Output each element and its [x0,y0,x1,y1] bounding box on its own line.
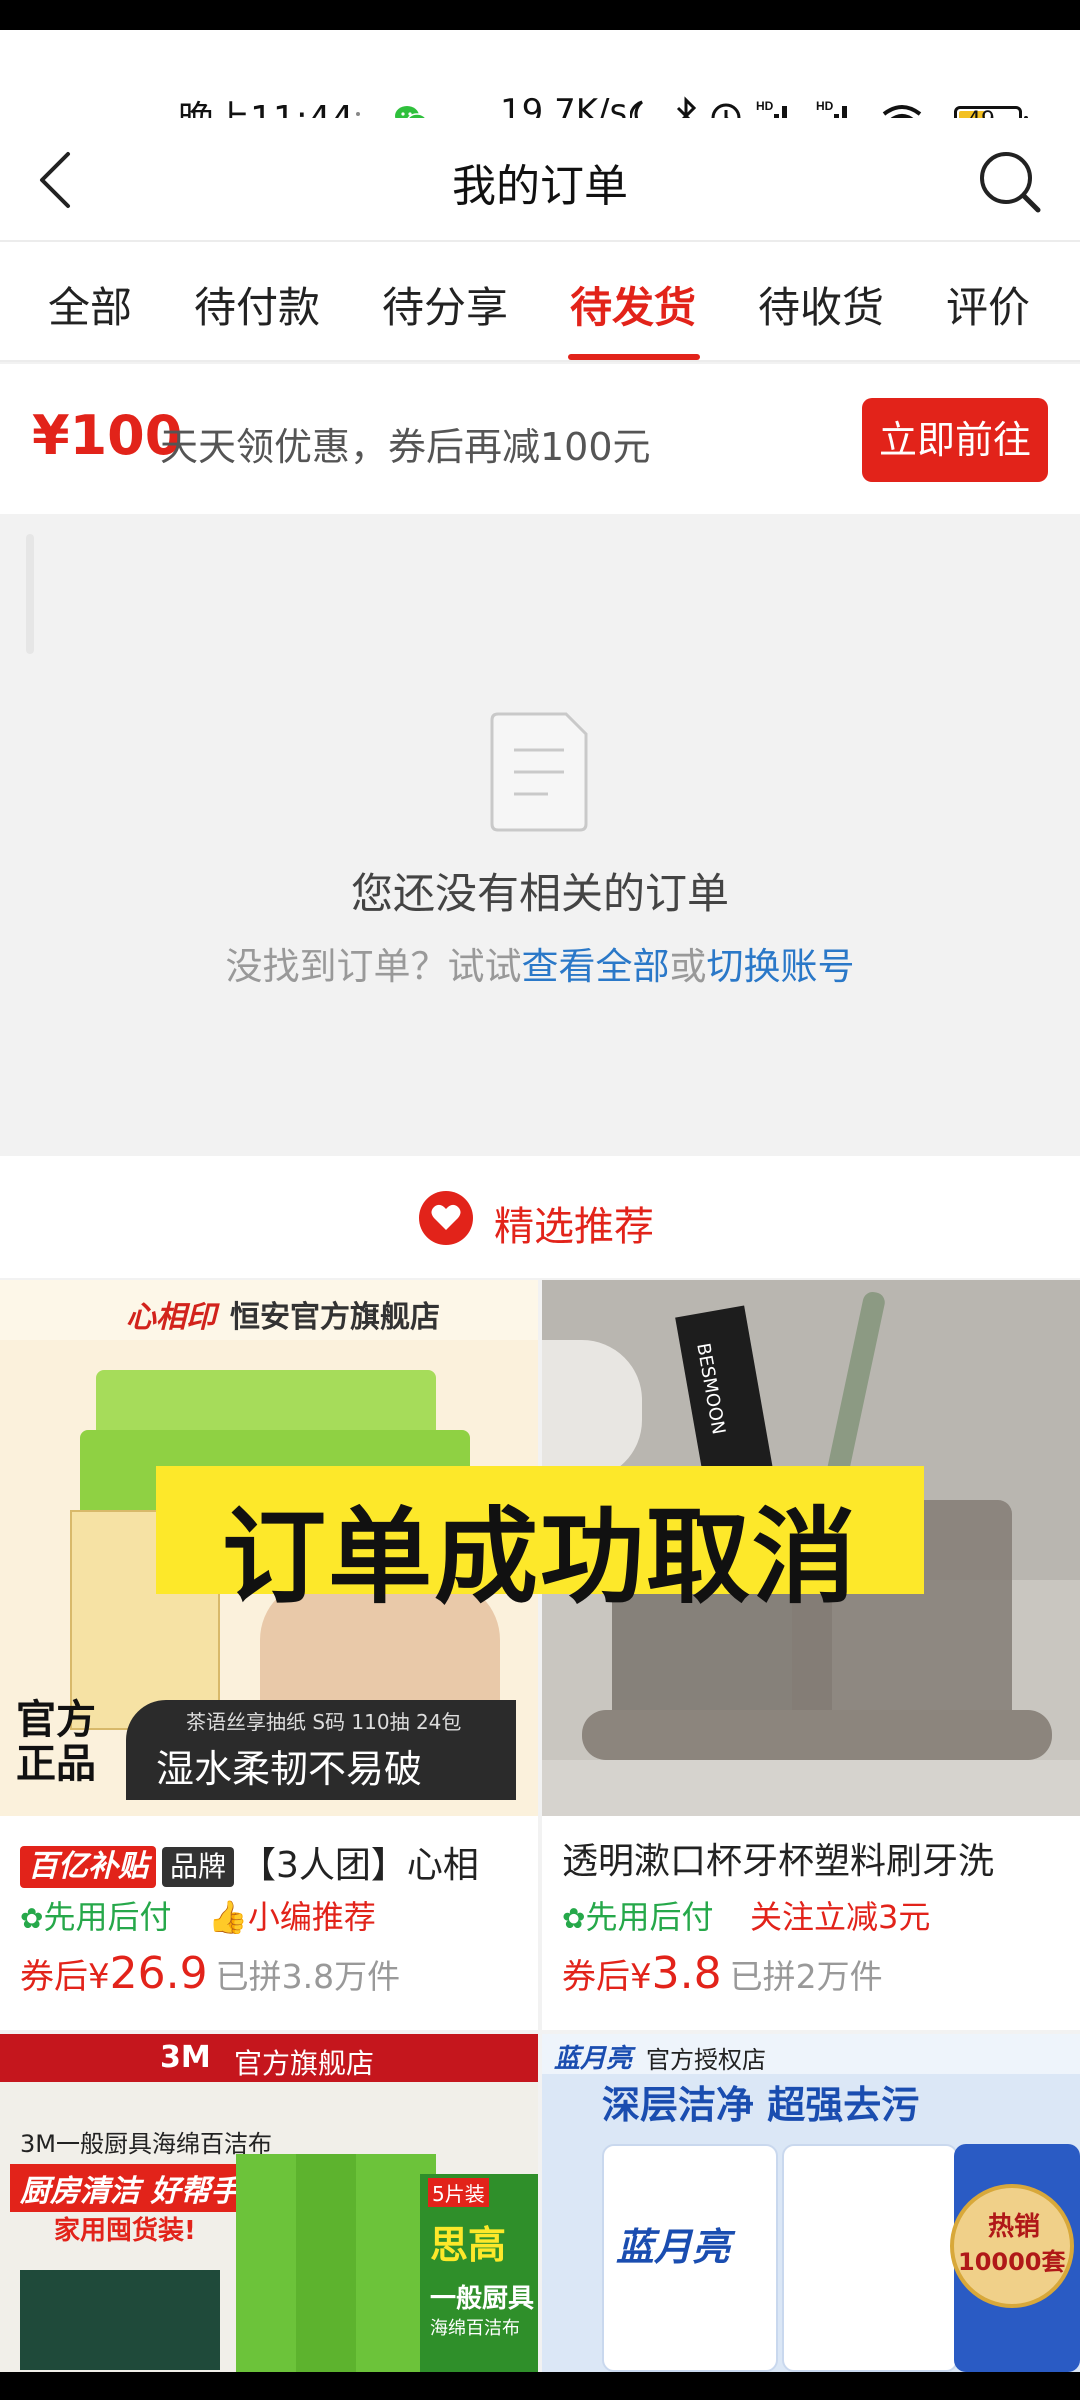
price-prefix: 券后¥ [20,1957,110,1997]
seal-line1: 热销 [988,2212,1041,2242]
switch-account-link[interactable]: 切换账号 [707,945,855,988]
bestseller-seal: 热销 10000套 [950,2184,1074,2308]
product-card-cup[interactable]: BESMOON 透明漱口杯牙杯塑料刷牙洗 ✿先用后付 关注立减3元 券后¥3.8… [542,1280,1080,2030]
pack-label-sub: 海绵百洁布 [430,2318,520,2339]
empty-hint: 没找到订单？试试查看全部或切换账号 [0,936,1080,990]
store-banner: 3M 官方旗舰店 [0,2034,538,2082]
thumbs-up-icon: 👍 [208,1898,248,1936]
store-name: 官方授权店 [646,2046,766,2074]
tab-pending-payment[interactable]: 待付款 [194,274,320,335]
order-cancelled-toast: 订单成功取消 [156,1466,924,1618]
scroll-indicator [26,534,34,654]
product-card-sponge[interactable]: 3M 官方旗舰店 3M一般厨具海绵百洁布 厨房清洁 好帮手 家用囤货装! 5片装… [0,2034,538,2372]
price-value: 26.9 [109,1948,208,1999]
toothpaste-brand: BESMOON [692,1341,729,1437]
image-tag-official: 官方正品 [16,1697,96,1787]
toast-text: 订单成功取消 [221,1496,858,1618]
product-title: 透明漱口杯牙杯塑料刷牙洗 [562,1841,995,1882]
top-black-edge [0,0,1080,30]
sold-count: 已拼2万件 [729,1957,883,1996]
product-card-tissue[interactable]: 心相印 恒安官方旗舰店 官方正品 茶语丝享抽纸 S码 110抽 24包 湿水柔韧… [0,1280,538,2030]
coupon-banner[interactable]: ¥100 天天领优惠，券后再减100元 立即前往 [0,364,1080,514]
store-banner: 蓝月亮 官方授权店 [542,2034,1080,2074]
counter [542,1760,1080,1816]
document-icon [490,712,588,832]
pack-count: 5片装 [428,2178,489,2207]
price-prefix: 券后¥ [562,1957,652,1997]
active-tab-indicator [568,354,700,360]
image-line2: 厨房清洁 好帮手 [10,2164,251,2212]
product-title-text: 【3人团】心相 [240,1845,479,1886]
badge-subsidy: 百亿补贴 [20,1846,156,1888]
order-tabs: 全部 待付款 待分享 待发货 待收货 评价 [0,240,1080,362]
store-brand-logo: 蓝月亮 [554,2044,633,2074]
pay-later-label: 先用后付 [585,1898,714,1936]
coupon-text: 天天领优惠，券后再减100元 [160,425,651,469]
product-card-detergent[interactable]: 蓝月亮 官方授权店 深层洁净 超强去污 蓝月亮 热销 10000套 [542,2034,1080,2372]
detergent-bag: 蓝月亮 [602,2144,778,2372]
recommend-header: 精选推荐 [0,1156,1080,1278]
sold-count: 已拼3.8万件 [215,1957,401,1996]
go-now-button[interactable]: 立即前往 [862,398,1048,482]
follow-discount-tag: 关注立减3元 [750,1898,931,1936]
price-value: 3.8 [651,1948,722,1999]
editor-pick-tag: 👍小编推荐 [208,1892,376,1938]
store-banner: 心相印 恒安官方旗舰店 [0,1280,538,1340]
tab-pending-shipment[interactable]: 待发货 [570,274,696,335]
page-title: 我的订单 [452,161,628,212]
caption-panel: 茶语丝享抽纸 S码 110抽 24包 湿水柔韧不易破 [126,1700,516,1800]
sponge-sample [20,2270,220,2370]
sink-edge [542,1340,642,1480]
screen: 晚上11:44 19.7K/s HD [0,0,1080,2400]
pay-later-tag: ✿先用后付 [562,1892,713,1938]
svg-text:HD: HD [756,99,774,113]
hint-or: 或 [669,945,707,988]
product-title: 百亿补贴 品牌 【3人团】心相 [20,1836,479,1888]
image-line1: 3M一般厨具海绵百洁布 [20,2130,272,2158]
image-caption: 湿水柔韧不易破 [156,1747,423,1791]
pay-later-icon: ✿ [562,1902,586,1935]
image-caption-small: 茶语丝享抽纸 S码 110抽 24包 [186,1710,462,1734]
empty-message: 您还没有相关的订单 [350,869,729,918]
search-icon[interactable] [974,146,1044,216]
store-brand-logo: 心相印 [126,1300,216,1335]
cup-tray [582,1710,1052,1760]
hint-prefix: 没找到订单？试试 [225,945,522,988]
product-image-sponge: 3M 官方旗舰店 3M一般厨具海绵百洁布 厨房清洁 好帮手 家用囤货装! 5片装… [0,2034,538,2372]
editor-pick-label: 小编推荐 [247,1898,376,1936]
tab-pending-share[interactable]: 待分享 [382,274,508,335]
pack-label: 一般厨具 [430,2284,535,2314]
pay-later-icon: ✿ [20,1902,44,1935]
empty-state: 您还没有相关的订单 没找到订单？试试查看全部或切换账号 [0,514,1080,1154]
heart-icon [419,1191,473,1245]
product-price: 券后¥26.9 已拼3.8万件 [20,1948,400,1999]
product-price: 券后¥3.8 已拼2万件 [562,1948,883,1999]
seal-line2: 10000套 [958,2248,1066,2276]
store-brand-logo: 3M [160,2040,211,2075]
recommend-label: 精选推荐 [494,1204,654,1250]
detergent-brand: 蓝月亮 [616,2225,731,2269]
badge-brand: 品牌 [162,1847,235,1887]
pack-brand: 思高 [430,2223,507,2267]
sponge-pack-front: 5片装 思高 一般厨具 海绵百洁布 [420,2174,538,2372]
nav-bar: 我的订单 [0,118,1080,240]
detergent-bag [782,2144,958,2372]
bottom-black-edge [0,2372,1080,2400]
tab-review[interactable]: 评价 [946,274,1030,335]
store-name: 官方旗舰店 [234,2047,375,2080]
image-headline: 深层洁净 超强去污 [602,2083,920,2127]
tab-all[interactable]: 全部 [48,274,132,335]
image-line3: 家用囤货装! [54,2216,196,2246]
pay-later-label: 先用后付 [43,1898,172,1936]
status-dot [356,112,360,116]
view-all-link[interactable]: 查看全部 [522,945,670,988]
pay-later-tag: ✿先用后付 [20,1892,171,1938]
product-image-detergent: 蓝月亮 官方授权店 深层洁净 超强去污 蓝月亮 热销 10000套 [542,2034,1080,2372]
tab-pending-receipt[interactable]: 待收货 [758,274,884,335]
store-name: 恒安官方旗舰店 [230,1300,440,1335]
svg-text:HD: HD [816,99,834,113]
